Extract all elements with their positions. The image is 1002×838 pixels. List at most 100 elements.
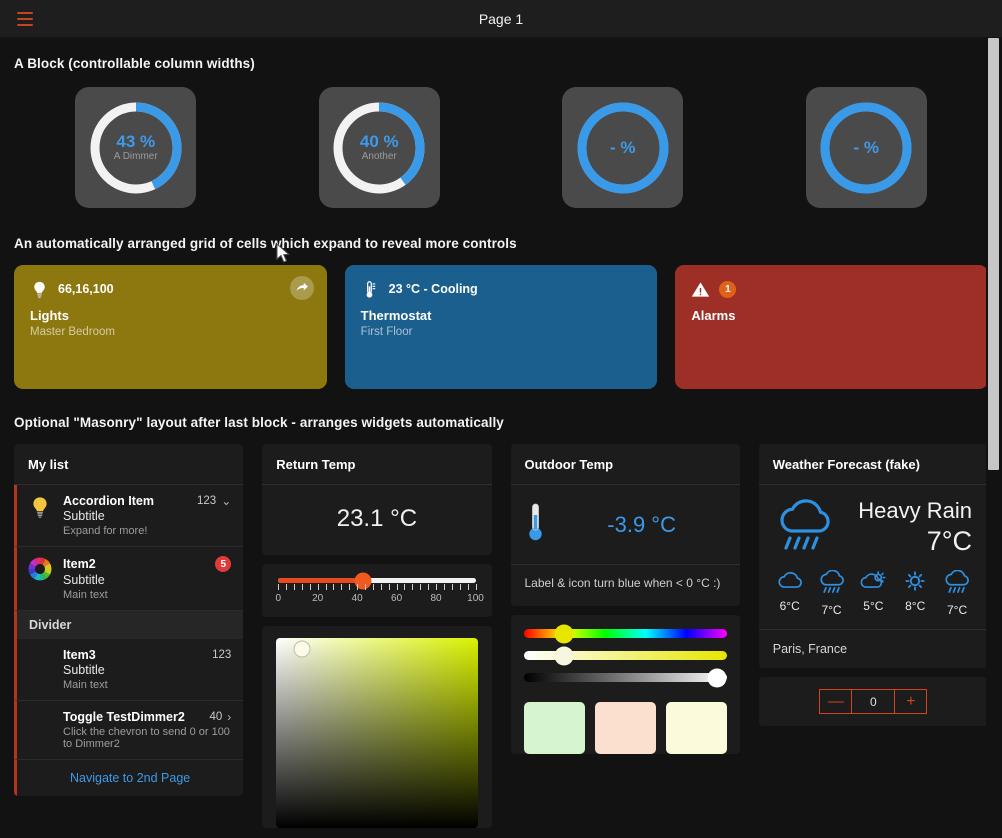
thermometer-icon [527, 501, 544, 548]
color-picker-area[interactable] [262, 626, 491, 828]
gauge-tile-2[interactable]: - % [562, 87, 684, 208]
gauge-tile-3[interactable]: - % [805, 87, 927, 208]
color-picker-square[interactable] [276, 638, 478, 828]
tick-label: 40 [351, 593, 363, 604]
list-item[interactable]: Item3 123 Subtitle Main text [14, 639, 244, 701]
forecast-day: 6°C [777, 570, 803, 617]
hue-slider[interactable] [523, 624, 727, 644]
arrow-share-icon [296, 282, 308, 291]
circular-gauge[interactable]: - % [574, 99, 672, 197]
tick-mark [467, 584, 469, 590]
tick-slider-track[interactable] [278, 572, 476, 589]
tick-mark [475, 584, 477, 590]
tick-mark [278, 584, 280, 590]
brightness-slider-track[interactable] [523, 673, 727, 683]
lightbulb-icon [34, 281, 45, 298]
list-item[interactable]: Accordion Item 123 ⌄ Subtitle Expand for … [14, 485, 244, 547]
tick-mark [349, 584, 351, 590]
tick-slider-fill [278, 578, 364, 583]
stepper-decrement-button[interactable]: — [819, 689, 853, 714]
list-item-body: Accordion Item 123 ⌄ Subtitle Expand for … [63, 494, 231, 537]
scrollbar-thumb[interactable] [988, 38, 999, 470]
navigate-to-2nd-page-link[interactable]: Navigate to 2nd Page [14, 760, 243, 796]
list-item[interactable]: Item2 5 Subtitle Main text [14, 547, 244, 611]
gauge-tile-1[interactable]: 40 % Another [318, 87, 440, 208]
list-item-icon-spacer [27, 710, 53, 711]
circular-gauge[interactable]: - % [817, 99, 915, 197]
tick-mark [365, 584, 367, 590]
tick-mark [372, 584, 374, 590]
weather-forecast-row: 6°C 7°C 5°C 8°C 7°C [758, 566, 988, 630]
tick-mark [443, 584, 445, 590]
circular-gauge[interactable]: 43 % A Dimmer [87, 99, 185, 197]
dashboard-card-2[interactable]: 1 Alarms [675, 265, 989, 389]
status-badge: 1 [719, 280, 737, 298]
forecast-day: 8°C [902, 570, 928, 617]
stepper-area: — 0 + [759, 677, 988, 726]
list-item-icon-spacer [27, 648, 53, 649]
card-top-row: 66,16,100 [30, 279, 311, 299]
list-item-title: Item3 [63, 648, 96, 662]
list-item-meta: 40 [209, 711, 223, 723]
list-item-icon [27, 556, 53, 581]
dashboard-card-0[interactable]: 66,16,100 Lights Master Bedroom [14, 265, 327, 389]
sun-icon [905, 571, 925, 591]
color-picker-handle[interactable] [293, 640, 311, 658]
masonry-column-3: Outdoor Temp -3.9 °C Label & icon turn b… [510, 444, 740, 828]
gauge-cell: 40 % Another [258, 87, 502, 208]
card-title: Alarms [691, 308, 736, 323]
swatch-cream[interactable] [665, 702, 727, 755]
chevron-icon[interactable]: ⌄ [221, 494, 231, 508]
list-item-main-text: Expand for more! [63, 525, 148, 537]
list-item[interactable]: Toggle TestDimmer2 40 › Click the chevron… [14, 701, 244, 760]
hue-slider-knob[interactable] [554, 624, 574, 644]
thermometer-icon [366, 280, 375, 298]
card-status: 23 °C - Cooling [388, 282, 478, 296]
tick-slider[interactable]: 0 20 40 60 80 100 [262, 564, 491, 617]
card-action-button[interactable] [289, 276, 314, 300]
list-item-title-row: Item3 123 [63, 648, 231, 662]
number-stepper: — 0 + [819, 689, 928, 714]
tick-mark [286, 584, 288, 590]
partly-cloudy-icon [860, 571, 886, 588]
card-title: Lights [30, 308, 69, 323]
stepper-increment-button[interactable]: + [894, 689, 928, 714]
my-list-widget: My list Accordion Item 123 ⌄ Subtitle Exp… [14, 444, 244, 796]
return-temp-header: Return Temp [262, 444, 492, 485]
brightness-slider[interactable] [523, 668, 727, 688]
tick-mark [412, 584, 414, 590]
tick-label: 80 [430, 593, 442, 604]
tick-slider-labels: 0 20 40 60 80 100 [275, 593, 483, 607]
gauge-tile-0[interactable]: 43 % A Dimmer [75, 87, 197, 208]
saturation-slider-knob[interactable] [554, 646, 574, 666]
hamburger-line [17, 23, 33, 26]
swatch-mint[interactable] [523, 702, 585, 755]
tick-mark [388, 584, 390, 590]
tick-mark [294, 584, 296, 590]
list-item-title: Item2 [63, 557, 96, 571]
stepper-value[interactable]: 0 [852, 689, 895, 714]
saturation-slider[interactable] [523, 646, 727, 666]
tick-mark [380, 584, 382, 590]
rain-cloud-icon [945, 569, 969, 593]
page-content: A Block (controllable column widths) 43 … [0, 56, 1002, 828]
outdoor-temp-note: Label & icon turn blue when < 0 °C :) [510, 564, 740, 606]
list-item-subtitle: Subtitle [63, 573, 105, 587]
list-item-icon [27, 494, 53, 519]
dashboard-card-1[interactable]: 23 °C - Cooling Thermostat First Floor [344, 265, 658, 389]
card-title: Thermostat [360, 308, 432, 323]
tick-mark [341, 584, 343, 590]
return-temp-value: 23.1 °C [336, 505, 418, 532]
chevron-icon[interactable]: › [227, 710, 231, 724]
tick-slider-widget: 0 20 40 60 80 100 [262, 564, 492, 617]
weather-current: Heavy Rain 7°C [759, 485, 988, 566]
color-picker-widget [262, 626, 492, 828]
weather-condition: Heavy Rain [858, 498, 972, 524]
circular-gauge[interactable]: 40 % Another [330, 99, 428, 197]
tick-mark [325, 584, 327, 590]
brightness-slider-knob[interactable] [707, 668, 727, 688]
swatch-peach[interactable] [594, 702, 656, 755]
tick-mark [436, 584, 438, 590]
vertical-scrollbar[interactable] [986, 38, 1002, 838]
hamburger-menu-icon[interactable] [17, 11, 33, 26]
